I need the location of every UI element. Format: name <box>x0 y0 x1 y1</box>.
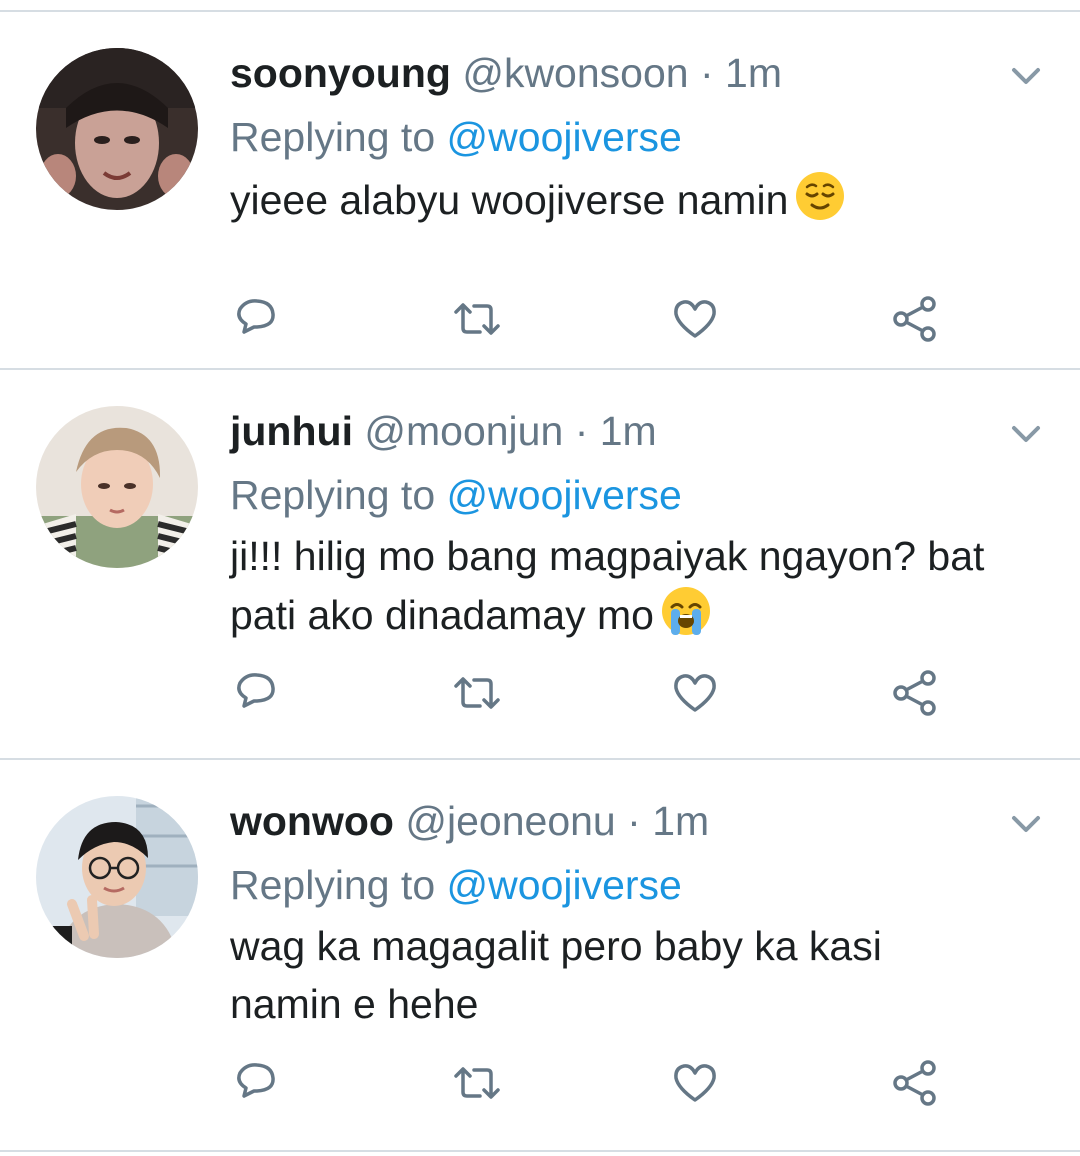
mention-link[interactable]: @woojiverse <box>447 862 682 908</box>
tweet-actions <box>228 1058 948 1110</box>
reply-button[interactable] <box>230 1058 280 1108</box>
user-handle[interactable]: @jeoneonu <box>405 798 615 844</box>
share-icon <box>893 670 936 716</box>
tweet-text-block: yieee alabyu woojiverse namin <box>230 170 1060 229</box>
reply-icon <box>237 1063 275 1098</box>
reply-icon <box>237 299 275 334</box>
avatar[interactable] <box>36 796 198 958</box>
tweet-text-block: wag ka magagalit pero baby ka kasi namin… <box>230 917 990 1033</box>
avatar[interactable] <box>36 48 198 210</box>
display-name[interactable]: junhui <box>230 408 353 454</box>
share-button[interactable] <box>890 668 940 718</box>
heart-icon <box>674 1064 716 1102</box>
tweet[interactable]: junhui @moonjun · 1m Replying to @woojiv… <box>0 370 1080 760</box>
chevron-down-icon[interactable] <box>1006 420 1046 448</box>
tweet-actions <box>228 294 948 346</box>
share-icon <box>893 296 936 342</box>
chevron-down-icon[interactable] <box>1006 810 1046 838</box>
avatar[interactable] <box>36 406 198 568</box>
meta-separator: · <box>627 798 641 844</box>
replying-prefix: Replying to <box>230 472 436 518</box>
like-button[interactable] <box>670 668 720 718</box>
tweet-text-block: ji!!! hilig mo bang magpaiyak ngayon? ba… <box>230 527 1055 644</box>
tweet-header: soonyoung @kwonsoon · 1m <box>230 48 960 98</box>
retweet-icon <box>454 677 500 709</box>
display-name[interactable]: wonwoo <box>230 798 394 844</box>
replying-to: Replying to @woojiverse <box>230 112 682 162</box>
reply-feed: soonyoung @kwonsoon · 1m Replying to @wo… <box>0 12 1080 1152</box>
tweet-header: wonwoo @jeoneonu · 1m <box>230 796 960 846</box>
tweet-actions <box>228 668 948 720</box>
tweet[interactable]: wonwoo @jeoneonu · 1m Replying to @wooji… <box>0 760 1080 1152</box>
loudly-crying-face-emoji <box>661 587 710 635</box>
retweet-button[interactable] <box>452 668 502 718</box>
chevron-down-icon[interactable] <box>1006 62 1046 90</box>
retweet-icon <box>454 1067 500 1099</box>
timestamp[interactable]: 1m <box>725 50 782 96</box>
mention-link[interactable]: @woojiverse <box>447 114 682 160</box>
retweet-icon <box>454 303 500 335</box>
replying-to: Replying to @woojiverse <box>230 470 682 520</box>
replying-prefix: Replying to <box>230 114 436 160</box>
user-handle[interactable]: @moonjun <box>364 408 563 454</box>
display-name[interactable]: soonyoung <box>230 50 451 96</box>
heart-icon <box>674 300 716 338</box>
relieved-face-emoji <box>796 172 845 220</box>
meta-separator: · <box>699 50 714 96</box>
user-handle[interactable]: @kwonsoon <box>462 50 688 96</box>
replying-prefix: Replying to <box>230 862 436 908</box>
retweet-button[interactable] <box>452 1058 502 1108</box>
tweet-text: yieee alabyu woojiverse namin <box>230 177 789 223</box>
reply-icon <box>237 673 275 708</box>
timestamp[interactable]: 1m <box>600 408 657 454</box>
tweet-text: wag ka magagalit pero baby ka kasi namin… <box>230 923 882 1027</box>
meta-separator: · <box>574 408 589 454</box>
share-icon <box>893 1060 936 1106</box>
mention-link[interactable]: @woojiverse <box>447 472 682 518</box>
tweet[interactable]: soonyoung @kwonsoon · 1m Replying to @wo… <box>0 12 1080 370</box>
like-button[interactable] <box>670 294 720 344</box>
replying-to: Replying to @woojiverse <box>230 860 682 910</box>
like-button[interactable] <box>670 1058 720 1108</box>
retweet-button[interactable] <box>452 294 502 344</box>
heart-icon <box>674 674 716 712</box>
tweet-header: junhui @moonjun · 1m <box>230 406 960 456</box>
timestamp[interactable]: 1m <box>652 798 709 844</box>
share-button[interactable] <box>890 1058 940 1108</box>
share-button[interactable] <box>890 294 940 344</box>
tweet-text: ji!!! hilig mo bang magpaiyak ngayon? ba… <box>230 533 985 638</box>
reply-button[interactable] <box>230 294 280 344</box>
reply-button[interactable] <box>230 668 280 718</box>
